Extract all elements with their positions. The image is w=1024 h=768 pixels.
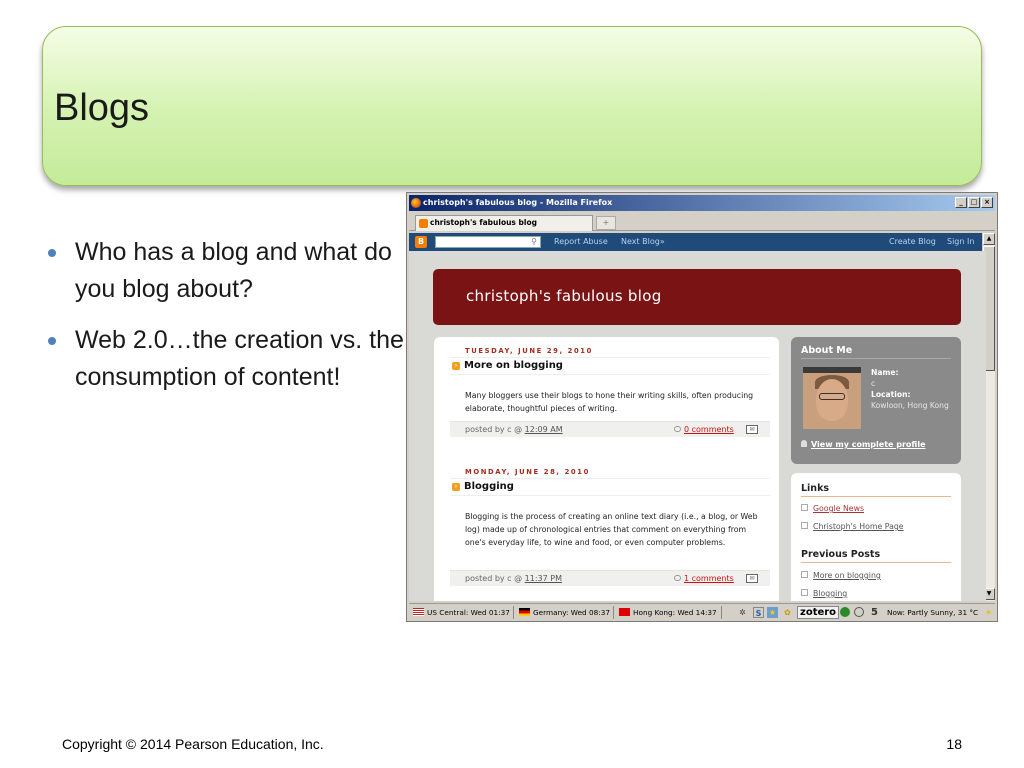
- comments-link[interactable]: 0 comments: [684, 422, 734, 437]
- post-arrow-icon: ›: [452, 362, 460, 370]
- circle-addon-icon[interactable]: [854, 607, 864, 617]
- post-title-text: More on blogging: [464, 360, 563, 371]
- next-blog-link[interactable]: Next Blog»: [621, 236, 665, 248]
- view-profile-link[interactable]: View my complete profile: [801, 440, 926, 449]
- blog-page: christoph's fabulous blog TUESDAY, JUNE …: [409, 251, 986, 601]
- email-post-icon[interactable]: ✉: [746, 574, 758, 583]
- zotero-button[interactable]: zotero: [797, 606, 840, 619]
- post-time-link[interactable]: 11:37 PM: [525, 574, 562, 583]
- weather-sun-icon: ☀: [984, 608, 993, 617]
- links-panel: Links Google News Christoph's Home Page …: [791, 473, 961, 601]
- posted-by-label: posted by c @: [465, 574, 523, 583]
- links-heading: Links: [801, 483, 951, 497]
- post-title[interactable]: › Blogging: [450, 478, 770, 496]
- bullet-item: Who has a blog and what do you blog abou…: [48, 234, 408, 308]
- weather-status[interactable]: Now: Partly Sunny, 31 °C: [887, 607, 978, 618]
- clock-hong-kong[interactable]: Hong Kong: Wed 14:37: [619, 607, 717, 618]
- bullet-item: Web 2.0…the creation vs. the consumption…: [48, 322, 408, 396]
- profile-icon: [801, 440, 807, 447]
- post-body: Blogging is the process of creating an o…: [465, 512, 758, 547]
- report-abuse-link[interactable]: Report Abuse: [554, 236, 608, 248]
- browser-window: christoph's fabulous blog - Mozilla Fire…: [406, 192, 998, 622]
- post-body: Many bloggers use their blogs to hone th…: [465, 391, 754, 413]
- s-addon-icon[interactable]: S: [753, 607, 764, 618]
- puzzle-addon-icon[interactable]: ✿: [782, 607, 793, 618]
- post-date: TUESDAY, JUNE 29, 2010: [465, 347, 593, 355]
- location-value: Kowloon, Hong Kong: [871, 401, 949, 410]
- previous-post-link[interactable]: More on blogging: [801, 571, 881, 580]
- previous-post-link[interactable]: Blogging: [801, 589, 847, 598]
- about-details: Name: c Location: Kowloon, Hong Kong: [871, 367, 957, 411]
- blogger-logo-icon[interactable]: B: [415, 236, 427, 248]
- new-tab-button[interactable]: +: [596, 216, 616, 230]
- slide-title: Blogs: [54, 87, 150, 129]
- post-arrow-icon: ›: [452, 483, 460, 491]
- tab-label: christoph's fabulous blog: [430, 218, 537, 227]
- bullet-list: Who has a blog and what do you blog abou…: [48, 234, 408, 410]
- hong-kong-flag-icon: [619, 608, 630, 616]
- slide-number: 18: [946, 736, 962, 752]
- minimize-button[interactable]: _: [955, 197, 967, 208]
- posted-by-label: posted by c @: [465, 425, 523, 434]
- post-footer: posted by c @ 11:37 PM 1 comments ✉: [450, 570, 770, 586]
- comment-bubble-icon: [674, 426, 681, 432]
- copyright-footer: Copyright © 2014 Pearson Education, Inc.: [62, 736, 324, 752]
- window-title: christoph's fabulous blog - Mozilla Fire…: [423, 198, 613, 207]
- blog-search-input[interactable]: ⚲: [435, 236, 541, 248]
- blogger-favicon-icon: [419, 219, 428, 228]
- search-icon[interactable]: ⚲: [531, 237, 537, 247]
- window-titlebar: christoph's fabulous blog - Mozilla Fire…: [409, 195, 995, 211]
- status-bar: US Central: Wed 01:37 Germany: Wed 08:37…: [409, 603, 995, 620]
- link-google-news[interactable]: Google News: [801, 504, 864, 513]
- post-date: MONDAY, JUNE 28, 2010: [465, 468, 590, 476]
- post-title-text: Blogging: [464, 481, 514, 492]
- tab-blog[interactable]: christoph's fabulous blog: [415, 215, 593, 231]
- blog-title[interactable]: christoph's fabulous blog: [466, 287, 662, 305]
- scroll-up-icon[interactable]: ▲: [983, 233, 995, 245]
- sign-in-link[interactable]: Sign In: [947, 236, 974, 248]
- star-addon-icon[interactable]: ★: [767, 607, 778, 618]
- comment-bubble-icon: [674, 575, 681, 581]
- avatar: [803, 367, 861, 429]
- about-heading: About Me: [801, 345, 951, 359]
- green-status-icon[interactable]: [840, 607, 850, 617]
- tab-bar: christoph's fabulous blog +: [409, 213, 995, 231]
- post-time-link[interactable]: 12:09 AM: [525, 425, 563, 434]
- post-footer: posted by c @ 12:09 AM 0 comments ✉: [450, 421, 770, 437]
- comments-link[interactable]: 1 comments: [684, 571, 734, 586]
- name-value: c: [871, 379, 876, 388]
- clock-us[interactable]: US Central: Wed 01:37: [413, 607, 510, 618]
- blog-header: christoph's fabulous blog: [433, 269, 961, 325]
- link-home-page[interactable]: Christoph's Home Page: [801, 522, 904, 531]
- name-label: Name:: [871, 368, 899, 377]
- germany-flag-icon: [519, 608, 530, 616]
- location-label: Location:: [871, 390, 911, 399]
- post-title[interactable]: › More on blogging: [450, 357, 770, 375]
- blogger-navbar: B ⚲ Report Abuse Next Blog» Create Blog …: [409, 233, 986, 251]
- posts-column: TUESDAY, JUNE 29, 2010 › More on bloggin…: [434, 337, 779, 601]
- clock-germany[interactable]: Germany: Wed 08:37: [519, 607, 610, 618]
- window-controls: _ □ ×: [955, 197, 993, 208]
- us-flag-icon: [413, 608, 424, 616]
- previous-posts-heading: Previous Posts: [801, 549, 951, 563]
- gear-icon[interactable]: ✲: [737, 607, 748, 618]
- close-button[interactable]: ×: [981, 197, 993, 208]
- slide-title-box: Blogs: [42, 26, 982, 186]
- five-addon-icon[interactable]: 5: [869, 607, 880, 618]
- firefox-icon: [411, 198, 421, 208]
- about-me-panel: About Me Name: c Location: Kowloon, Hong…: [791, 337, 961, 464]
- maximize-button[interactable]: □: [968, 197, 980, 208]
- create-blog-link[interactable]: Create Blog: [889, 236, 936, 248]
- email-post-icon[interactable]: ✉: [746, 425, 758, 434]
